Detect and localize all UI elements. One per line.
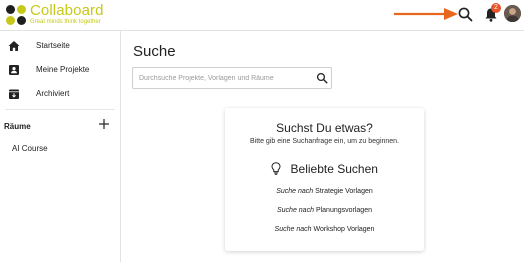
room-item-ai-course[interactable]: AI Course — [12, 144, 48, 153]
suggestion-prefix: Suche nach — [277, 207, 314, 214]
suggestion-term: Strategie Vorlagen — [315, 188, 373, 195]
search-input[interactable] — [139, 72, 309, 85]
suggestion-term: Workshop Vorlagen — [313, 226, 375, 233]
add-room-icon[interactable] — [98, 118, 110, 130]
avatar-image — [504, 5, 521, 22]
sidebar-item-label: Archiviert — [36, 89, 70, 98]
search-submit-icon[interactable] — [316, 72, 328, 84]
empty-state-subtitle: Bitte gib eine Suchanfrage ein, um zu be… — [249, 138, 400, 145]
user-board-icon — [9, 65, 19, 75]
brand[interactable]: Collaboard Great minds think together — [30, 3, 104, 26]
suggestion-workshop-vorlagen[interactable]: Suche nach Workshop Vorlagen — [225, 226, 424, 233]
arrow-right-icon — [394, 8, 458, 20]
top-bar: Collaboard Great minds think together 2 — [0, 0, 524, 31]
brand-tagline: Great minds think together — [30, 19, 101, 25]
empty-state-title: Suchst Du etwas? — [276, 121, 373, 135]
suggestion-term: Planungsvorlagen — [315, 207, 372, 214]
popular-searches-heading: Beliebte Suchen — [225, 160, 424, 176]
collaboard-logo-icon[interactable] — [5, 4, 27, 26]
suggestion-strategie-vorlagen[interactable]: Suche nach Strategie Vorlagen — [225, 188, 424, 195]
lightbulb-icon — [271, 162, 281, 176]
sidebar-item-label: Meine Projekte — [36, 65, 90, 74]
avatar[interactable] — [504, 5, 521, 22]
sidebar-item-label: Startseite — [36, 41, 70, 50]
search-empty-state-card: Suchst Du etwas? Bitte gib eine Suchanfr… — [225, 108, 424, 251]
search-icon[interactable] — [457, 6, 474, 23]
sidebar-divider — [5, 109, 115, 110]
sidebar: Startseite Meine Projekte Archiviert Räu… — [0, 31, 121, 262]
sidebar-item-meine-projekte[interactable]: Meine Projekte — [0, 60, 120, 80]
brand-name: Collaboard — [30, 2, 104, 19]
sidebar-item-startseite[interactable]: Startseite — [0, 36, 120, 56]
search-box — [132, 67, 332, 89]
sidebar-item-archiviert[interactable]: Archiviert — [0, 84, 120, 104]
suggestion-prefix: Suche nach — [276, 188, 314, 195]
archive-icon — [9, 89, 19, 99]
home-icon — [8, 41, 20, 51]
notification-badge: 2 — [491, 3, 501, 13]
page-title: Suche — [133, 43, 176, 60]
suggestion-prefix: Suche nach — [274, 226, 312, 233]
popular-searches-title: Beliebte Suchen — [290, 161, 378, 176]
suggestion-planungsvorlagen[interactable]: Suche nach Planungsvorlagen — [225, 207, 424, 214]
rooms-heading: Räume — [4, 122, 31, 131]
